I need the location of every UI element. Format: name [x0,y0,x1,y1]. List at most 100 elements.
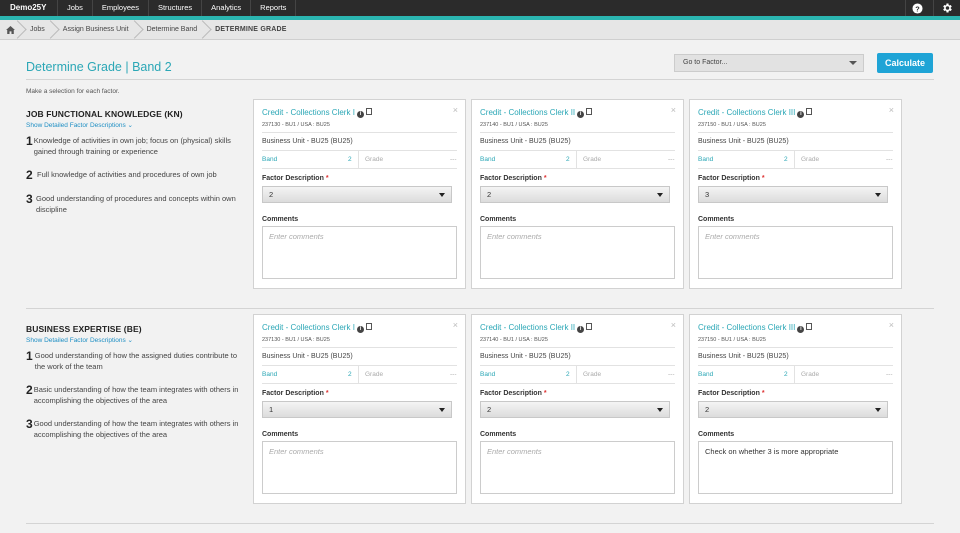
divider [480,383,675,384]
comments-field[interactable] [698,226,893,279]
grade-value: --- [886,156,893,163]
gear-icon [943,3,952,13]
comments-label: Comments [480,431,517,438]
info-icon[interactable]: i [577,111,585,118]
factor-level: 3 Good understanding of procedures and co… [26,192,236,214]
close-icon[interactable]: × [453,105,458,115]
divider [698,168,893,169]
caret-down-icon [439,408,445,412]
factor-description-select[interactable]: 1 [262,401,452,418]
document-icon[interactable] [365,323,372,330]
calculate-button[interactable]: Calculate [877,53,933,73]
job-name-link[interactable]: Credit - Collections Clerk III i [698,108,813,118]
chevron-down-icon: ⌄ [127,122,133,129]
breadcrumb-assign-business-unit[interactable]: Assign Business Unit [55,20,139,40]
breadcrumb-jobs[interactable]: Jobs [22,20,55,40]
factor-level: 2 Basic understanding of how the team int… [26,383,239,405]
comments-field[interactable]: Check on whether 3 is more appropriate [698,441,893,494]
band-value: 2 [348,156,352,163]
factor-description-select[interactable]: 2 [480,186,670,203]
show-detail-link[interactable]: Show Detailed Factor Descriptions ⌄ [26,336,133,344]
divider [480,132,675,133]
factor-description-label: Factor Description * [698,175,765,182]
divider [698,347,893,348]
job-card: Credit - Collections Clerk III i × 237150 -… [689,314,902,504]
divider [26,308,934,309]
comments-label: Comments [262,216,299,223]
breadcrumb: Jobs Assign Business Unit Determine Band… [0,20,960,40]
band-label: Band [480,156,496,163]
divider [480,168,675,169]
document-icon[interactable] [806,108,813,115]
info-icon[interactable]: i [356,326,364,333]
show-detail-link[interactable]: Show Detailed Factor Descriptions ⌄ [26,121,133,129]
home-icon [6,25,15,34]
comments-label: Comments [262,431,299,438]
divider [358,151,359,168]
divider [698,365,893,366]
factor-title: JOB FUNCTIONAL KNOWLEDGE (KN) [26,109,183,119]
job-name-link[interactable]: Credit - Collections Clerk Ii [262,108,372,118]
close-icon[interactable]: × [889,320,894,330]
comments-field[interactable] [480,441,675,494]
factor-description-select[interactable]: 2 [480,401,670,418]
nav-analytics[interactable]: Analytics [202,0,252,16]
job-name-link[interactable]: Credit - Collections Clerk II i [480,108,593,118]
factor-description-label: Factor Description * [698,390,765,397]
info-icon[interactable]: i [797,326,805,333]
factor-description-label: Factor Description * [480,390,547,397]
divider [480,365,675,366]
close-icon[interactable]: × [671,105,676,115]
info-icon[interactable]: i [356,111,364,118]
selected-value: 2 [705,405,710,414]
grade-value: --- [668,371,675,378]
document-icon[interactable] [806,323,813,330]
grade-value: --- [886,371,893,378]
nav-structures[interactable]: Structures [149,0,203,16]
caret-down-icon [439,193,445,197]
selected-value: 1 [269,405,274,414]
nav-jobs[interactable]: Jobs [58,0,93,16]
selected-value: 2 [487,190,492,199]
caret-down-icon [875,193,881,197]
info-icon[interactable]: i [797,111,805,118]
document-icon[interactable] [365,108,372,115]
factor-description-select[interactable]: 2 [698,401,888,418]
job-name-link[interactable]: Credit - Collections Clerk II i [480,323,593,333]
nav-reports[interactable]: Reports [251,0,297,16]
selected-value: 3 [705,190,710,199]
close-icon[interactable]: × [671,320,676,330]
factor-description-label: Factor Description * [480,175,547,182]
factor-level: 1 Knowledge of activities in own job; foc… [26,134,231,156]
comments-field[interactable] [480,226,675,279]
goto-factor-select[interactable]: Go to Factor... [674,54,864,72]
job-code: 237150 - BU1 / USA : BU25 [698,337,766,343]
brand[interactable]: Demo25Y [0,0,58,16]
info-icon[interactable]: i [577,326,585,333]
breadcrumb-determine-band[interactable]: Determine Band [139,20,208,40]
job-name-link[interactable]: Credit - Collections Clerk Ii [262,323,372,333]
divider [26,523,934,524]
job-code: 237130 - BU1 / USA : BU25 [262,337,330,343]
caret-down-icon [657,193,663,197]
comments-field[interactable] [262,226,457,279]
factor-description-select[interactable]: 2 [262,186,452,203]
business-unit: Business Unit - BU25 (BU25) [698,353,789,360]
divider [262,132,457,133]
settings-button[interactable] [933,0,960,16]
close-icon[interactable]: × [889,105,894,115]
factor-level: 1 Good understanding of how the assigned … [26,349,237,371]
close-icon[interactable]: × [453,320,458,330]
comments-field[interactable] [262,441,457,494]
document-icon[interactable] [586,323,593,330]
nav-employees[interactable]: Employees [93,0,149,16]
breadcrumb-home[interactable] [0,20,22,40]
factor-title: BUSINESS EXPERTISE (BE) [26,324,142,334]
breadcrumb-determine-grade: DETERMINE GRADE [215,25,287,33]
help-button[interactable]: ? [905,0,929,16]
factor-description-select[interactable]: 3 [698,186,888,203]
band-label: Band [698,371,714,378]
band-label: Band [262,371,278,378]
document-icon[interactable] [586,108,593,115]
job-name-link[interactable]: Credit - Collections Clerk III i [698,323,813,333]
